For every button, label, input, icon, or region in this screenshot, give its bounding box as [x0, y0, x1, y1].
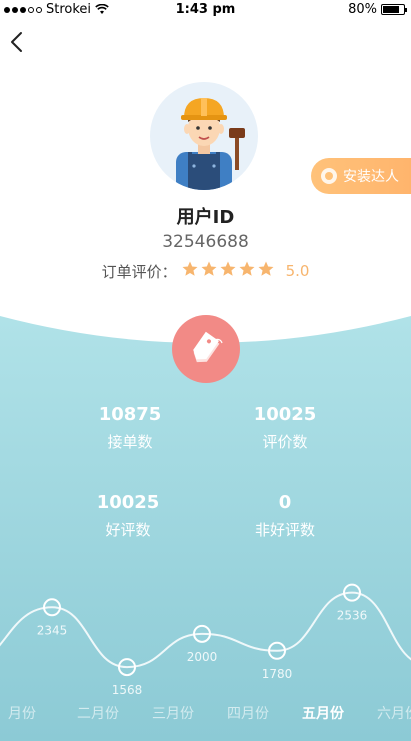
rating-row: 订单评价： 5.0: [0, 260, 411, 282]
stat-reviews: 10025 评价数: [210, 404, 360, 452]
rating-stars: [181, 260, 276, 282]
stat-orders: 10875 接单数: [55, 404, 205, 452]
rating-label: 订单评价：: [101, 262, 177, 281]
stat-label: 接单数: [107, 433, 153, 451]
data-label: 1780: [262, 667, 293, 681]
stat-label: 非好评数: [254, 521, 315, 539]
stat-label: 评价数: [262, 433, 308, 451]
installer-badge[interactable]: 安装达人: [311, 158, 411, 194]
data-label: 2000: [187, 650, 218, 664]
user-title: 用户ID: [176, 207, 235, 228]
data-label: 2345: [37, 623, 68, 637]
star-icon: [239, 261, 255, 276]
month-tab[interactable]: 二月份: [77, 703, 119, 723]
worker-avatar-icon: [176, 98, 245, 190]
stat-value: 10875: [98, 404, 162, 425]
stat-value: 10025: [96, 492, 160, 513]
month-axis[interactable]: 月份 二月份 三月份 四月份 五月份 六月份: [0, 703, 411, 725]
data-label: 1568: [112, 683, 143, 697]
battery-icon: [381, 4, 407, 15]
star-icon: [201, 261, 217, 276]
rating-value: 5.0: [285, 262, 310, 280]
star-icon: [258, 261, 274, 276]
stat-value: 0: [278, 492, 292, 513]
month-tab[interactable]: 五月份: [302, 703, 344, 723]
star-icon: [220, 261, 236, 276]
user-id: 32546688: [162, 232, 249, 252]
month-tab[interactable]: 三月份: [152, 703, 194, 723]
month-tab[interactable]: 六月份: [377, 703, 411, 723]
month-tab[interactable]: 四月份: [227, 703, 269, 723]
status-bar: Strokei 1:43 pm 80%: [0, 0, 411, 20]
stat-good-reviews: 10025 好评数: [53, 492, 203, 540]
chevron-left-icon: [11, 32, 22, 52]
orders-tag-icon: [172, 315, 240, 383]
stat-value: 10025: [253, 404, 317, 425]
monthly-line-chart: 234515682000178025361600: [0, 583, 411, 697]
stat-bad-reviews: 0 非好评数: [210, 492, 360, 540]
data-label: 2536: [337, 609, 368, 623]
month-tab[interactable]: 月份: [8, 703, 36, 723]
star-icon: [182, 261, 198, 276]
stat-label: 好评数: [105, 521, 151, 539]
badge-flower-icon: [321, 168, 337, 184]
battery-status: 80%: [348, 2, 407, 17]
back-button[interactable]: [6, 30, 30, 54]
price-tag-icon: [193, 331, 223, 363]
badge-label: 安装达人: [343, 169, 399, 185]
battery-percent: 80%: [348, 2, 377, 17]
avatar: [150, 82, 258, 190]
